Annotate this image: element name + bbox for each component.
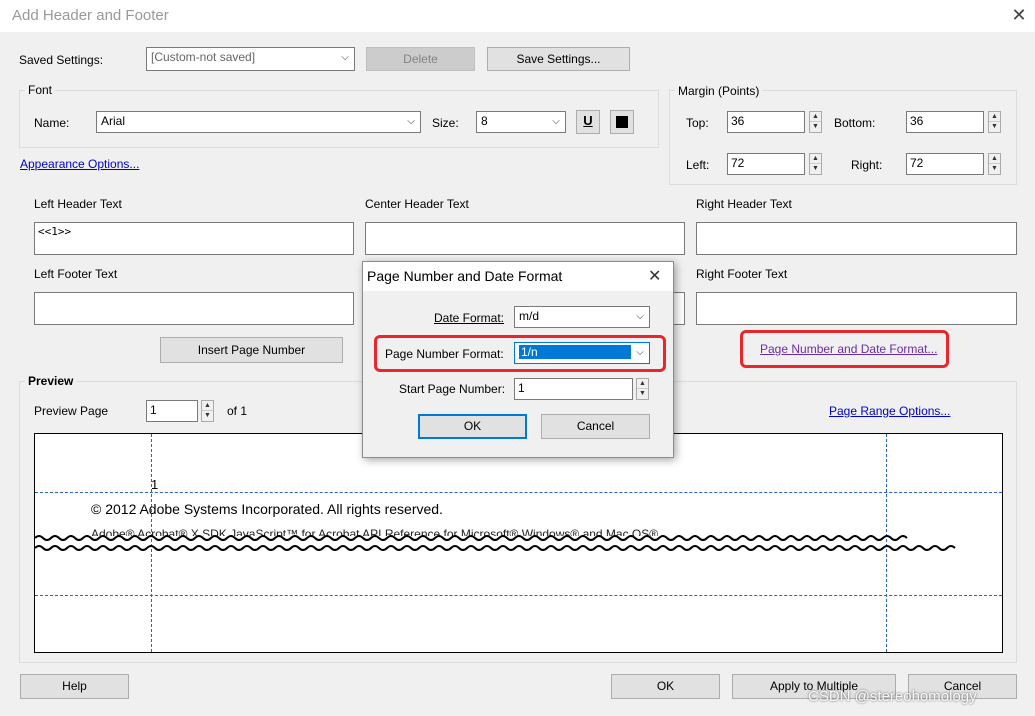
margin-left-spinner[interactable]: ▲ ▼ (809, 153, 822, 175)
font-size-value: 8 (481, 114, 488, 128)
spin-down-icon[interactable]: ▼ (202, 411, 213, 421)
saved-settings-value: [Custom-not saved] (151, 50, 256, 64)
spin-up-icon[interactable]: ▲ (810, 112, 821, 122)
dialog-title: Page Number and Date Format (367, 268, 563, 284)
margin-group-title: Margin (Points) (675, 84, 763, 98)
watermark-text: CSDN @stereohomology (808, 688, 977, 705)
date-format-value: m/d (519, 309, 540, 323)
margin-right-input[interactable]: 72 (906, 153, 984, 175)
font-color-button[interactable] (610, 110, 634, 134)
margin-bottom-spinner[interactable]: ▲ ▼ (988, 111, 1001, 133)
spin-up-icon[interactable]: ▲ (810, 154, 821, 164)
spin-up-icon[interactable]: ▲ (989, 112, 1000, 122)
right-header-label: Right Header Text (696, 197, 792, 211)
spin-down-icon[interactable]: ▼ (989, 122, 1000, 132)
page-number-date-format-link[interactable]: Page Number and Date Format... (760, 342, 937, 356)
dialog-close-icon[interactable]: ✕ (648, 266, 661, 286)
date-format-dropdown[interactable]: m/d ⌵ (514, 306, 650, 328)
close-icon[interactable]: ✕ (1008, 4, 1030, 26)
ok-button[interactable]: OK (611, 674, 720, 699)
spin-up-icon[interactable]: ▲ (989, 154, 1000, 164)
preview-header-number: 1 (151, 477, 159, 492)
save-settings-button[interactable]: Save Settings... (487, 47, 630, 71)
saved-settings-dropdown[interactable]: [Custom-not saved] ⌵ (146, 47, 355, 71)
margin-top-input[interactable]: 36 (727, 111, 805, 133)
bottom-margin-guide (35, 595, 1002, 596)
margin-top-label: Top: (686, 116, 709, 130)
preview-pane: 1 © 2012 Adobe Systems Incorporated. All… (34, 433, 1003, 653)
page-number-date-format-dialog: Page Number and Date Format ✕ Date Forma… (362, 261, 674, 458)
preview-page-input[interactable]: 1 (146, 400, 198, 422)
margin-top-spinner[interactable]: ▲ ▼ (809, 111, 822, 133)
chevron-down-icon: ⌵ (407, 116, 415, 127)
preview-page-count: of 1 (227, 404, 248, 418)
spin-down-icon[interactable]: ▼ (810, 122, 821, 132)
page-break-icon (35, 535, 956, 551)
saved-settings-label: Saved Settings: (19, 53, 104, 67)
top-margin-guide (35, 492, 1002, 493)
preview-page-label: Preview Page (34, 404, 109, 418)
left-footer-label: Left Footer Text (34, 267, 118, 281)
preview-page-spinner[interactable]: ▲ ▼ (201, 400, 214, 422)
underline-button[interactable]: U (576, 110, 600, 134)
left-footer-input[interactable] (34, 292, 354, 325)
date-format-label: Date Format: (434, 311, 505, 325)
chevron-down-icon: ⌵ (552, 116, 560, 127)
spin-down-icon[interactable]: ▼ (810, 164, 821, 174)
right-footer-label: Right Footer Text (696, 267, 788, 281)
margin-bottom-label: Bottom: (834, 116, 876, 130)
chevron-down-icon: ⌵ (636, 347, 644, 358)
dialog-cancel-button[interactable]: Cancel (541, 414, 650, 439)
font-group-title: Font (25, 83, 56, 97)
page-number-format-dropdown[interactable]: 1/n ⌵ (514, 342, 650, 364)
window-title: Add Header and Footer (12, 7, 169, 24)
chevron-down-icon: ⌵ (341, 52, 349, 63)
spin-down-icon[interactable]: ▼ (637, 389, 648, 399)
margin-right-spinner[interactable]: ▲ ▼ (988, 153, 1001, 175)
dialog-ok-button[interactable]: OK (418, 414, 527, 439)
start-page-label: Start Page Number: (399, 382, 506, 396)
font-size-label: Size: (432, 116, 459, 130)
margin-left-input[interactable]: 72 (727, 153, 805, 175)
chevron-down-icon: ⌵ (636, 311, 644, 322)
center-header-input[interactable] (365, 222, 685, 255)
insert-page-number-button[interactable]: Insert Page Number (160, 337, 343, 363)
margin-right-label: Right: (851, 158, 883, 172)
font-size-dropdown[interactable]: 8 ⌵ (476, 111, 566, 133)
font-name-dropdown[interactable]: Arial ⌵ (96, 111, 421, 133)
help-button[interactable]: Help (20, 674, 129, 699)
page-number-format-value: 1/n (519, 345, 631, 359)
right-header-input[interactable] (696, 222, 1017, 255)
appearance-options-link[interactable]: Appearance Options... (20, 157, 139, 171)
preview-group-title: Preview (25, 374, 77, 388)
page-number-format-label: Page Number Format: (385, 347, 504, 361)
page-range-options-link[interactable]: Page Range Options... (829, 404, 950, 418)
spin-up-icon[interactable]: ▲ (202, 401, 213, 411)
start-page-spinner[interactable]: ▲ ▼ (636, 378, 649, 400)
start-page-input[interactable]: 1 (514, 378, 633, 400)
font-name-label: Name: (34, 116, 70, 130)
right-footer-input[interactable] (696, 292, 1017, 325)
spin-down-icon[interactable]: ▼ (989, 164, 1000, 174)
color-swatch-icon (616, 116, 628, 128)
left-header-input[interactable]: <<1>> (34, 222, 354, 255)
left-header-label: Left Header Text (34, 197, 122, 211)
delete-button[interactable]: Delete (366, 47, 475, 71)
preview-copyright-text: © 2012 Adobe Systems Incorporated. All r… (91, 501, 443, 517)
spin-up-icon[interactable]: ▲ (637, 379, 648, 389)
center-header-label: Center Header Text (365, 197, 469, 211)
margin-left-label: Left: (686, 158, 710, 172)
font-name-value: Arial (101, 114, 126, 128)
margin-bottom-input[interactable]: 36 (906, 111, 984, 133)
